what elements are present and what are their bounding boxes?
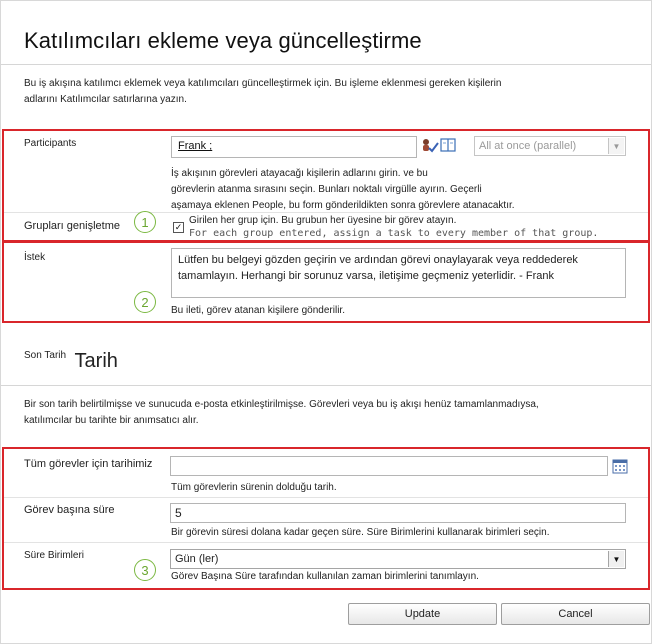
due-big-heading: Tarih bbox=[74, 350, 118, 372]
callout-number-1: 1 bbox=[134, 211, 156, 233]
callout-number-2: 2 bbox=[134, 291, 156, 313]
expand-groups-checkbox[interactable]: ✓ bbox=[173, 222, 184, 233]
expand-groups-text-en: For each group entered, assign a task to… bbox=[189, 228, 599, 239]
units-help: Görev Başına Süre tarafından kullanılan … bbox=[171, 571, 479, 582]
participants-help-line-2: görevlerin atanma sırasını seçin. Bunlar… bbox=[171, 184, 482, 195]
units-label: Süre Birimleri bbox=[24, 550, 85, 561]
duration-label: Görev başına süre bbox=[24, 504, 115, 516]
intro-text: Bu iş akışına katılımcı eklemek veya kat… bbox=[24, 76, 524, 108]
request-textarea[interactable]: Lütfen bu belgeyi gözden geçirin ve ardı… bbox=[171, 248, 626, 298]
request-line-2: tamamlayın. Herhangi bir sorunuz varsa, … bbox=[178, 270, 554, 282]
update-button[interactable]: Update bbox=[348, 603, 497, 625]
row-separator bbox=[4, 542, 648, 543]
duration-value: 5 bbox=[175, 506, 182, 520]
participants-label: Participants bbox=[24, 138, 77, 149]
due-divider bbox=[1, 385, 651, 386]
participant-name[interactable]: Frank ; bbox=[178, 140, 212, 152]
row-separator bbox=[4, 497, 648, 498]
duration-units-value: Gün (ler) bbox=[175, 553, 219, 565]
duration-input[interactable]: 5 bbox=[170, 503, 626, 523]
due-intro-line-2: katılımcılar bu tarihte bir anımsatıcı a… bbox=[24, 415, 199, 426]
participants-input[interactable]: Frank ; bbox=[171, 136, 417, 158]
due-intro: Bir son tarih belirtilmişse ve sunucuda … bbox=[24, 397, 624, 429]
calendar-icon[interactable] bbox=[612, 458, 628, 474]
due-all-label: Tüm görevler için tarihimiz bbox=[24, 458, 153, 470]
row-separator bbox=[4, 212, 648, 213]
participants-help: İş akışının görevleri atayacağı kişileri… bbox=[171, 166, 551, 214]
due-small-heading: Son Tarih bbox=[24, 350, 67, 361]
participants-help-line-1: İş akışının görevleri atayacağı kişileri… bbox=[171, 168, 428, 179]
duration-units-select[interactable]: Gün (ler) ▼ bbox=[170, 549, 626, 569]
dropdown-arrow-icon[interactable]: ▼ bbox=[608, 138, 624, 154]
assignment-order-value: All at once (parallel) bbox=[479, 140, 577, 152]
page-title: Katılımcıları ekleme veya güncelleştirme bbox=[24, 28, 422, 53]
assignment-order-select[interactable]: All at once (parallel) ▼ bbox=[474, 136, 626, 156]
due-section-heading: Son Tarih Tarih bbox=[24, 350, 118, 373]
request-label: İstek bbox=[24, 252, 46, 263]
cancel-button[interactable]: Cancel bbox=[501, 603, 650, 625]
due-all-date-input[interactable] bbox=[170, 456, 608, 476]
due-all-help: Tüm görevlerin sürenin dolduğu tarih. bbox=[171, 482, 337, 493]
request-help: Bu ileti, görev atanan kişilere gönderil… bbox=[171, 305, 345, 316]
dropdown-arrow-icon[interactable]: ▼ bbox=[608, 551, 624, 567]
request-line-1: Lütfen bu belgeyi gözden geçirin ve ardı… bbox=[178, 254, 578, 266]
callout-number-3: 3 bbox=[134, 559, 156, 581]
check-names-icon[interactable] bbox=[421, 138, 439, 154]
address-book-icon[interactable] bbox=[440, 138, 456, 152]
intro-line-2: adlarını Katılımcılar satırlarına yazın. bbox=[24, 94, 187, 105]
due-intro-line-1: Bir son tarih belirtilmişse ve sunucuda … bbox=[24, 399, 539, 410]
expand-groups-text-tr: Girilen her grup için. Bu grubun her üye… bbox=[189, 215, 457, 226]
duration-help: Bir görevin süresi dolana kadar geçen sü… bbox=[171, 527, 550, 538]
expand-groups-label: Grupları genişletme bbox=[24, 220, 120, 232]
intro-line-1: Bu iş akışına katılımcı eklemek veya kat… bbox=[24, 78, 502, 89]
title-divider bbox=[1, 64, 651, 65]
